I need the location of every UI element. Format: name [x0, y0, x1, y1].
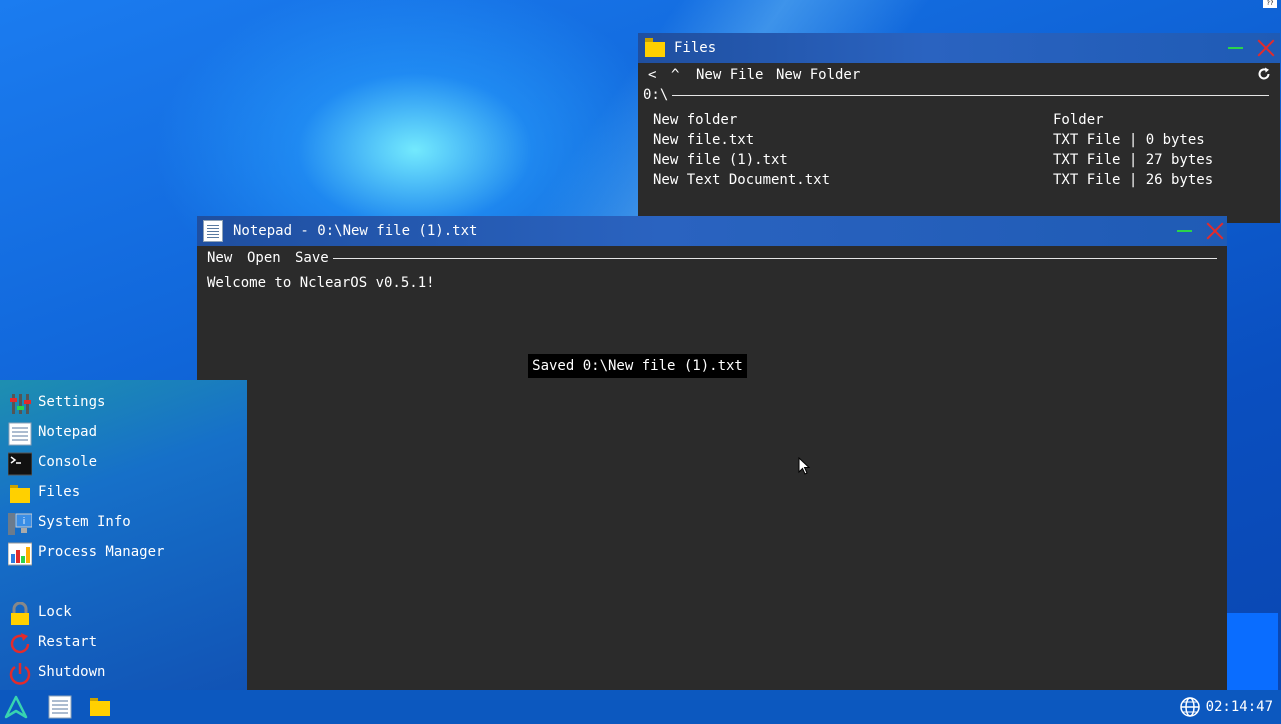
menu-item-label: Notepad — [38, 424, 98, 440]
notepad-icon — [8, 422, 32, 446]
close-button[interactable] — [1206, 222, 1224, 240]
file-name: New folder — [653, 112, 738, 128]
path-label: 0:\ — [643, 87, 669, 103]
menu-item-notepad[interactable]: Notepad — [8, 420, 238, 446]
mouse-cursor-icon — [798, 457, 810, 475]
menu-item-restart[interactable]: Restart — [8, 630, 238, 656]
saved-toast: Saved 0:\New file (1).txt — [528, 354, 747, 378]
file-name: New file (1).txt — [653, 152, 788, 168]
shutdown-icon — [9, 663, 31, 685]
notepad-titlebar[interactable]: Notepad - 0:\New file (1).txt — [197, 216, 1227, 246]
menu-item-label: Files — [38, 484, 81, 500]
open-button[interactable]: Open — [247, 250, 281, 266]
corner-tag: ?? — [1263, 0, 1277, 8]
files-title: Files — [674, 40, 717, 56]
settings-icon — [10, 394, 31, 414]
process-manager-icon — [8, 542, 32, 566]
file-type: TXT File | 26 bytes — [1053, 172, 1214, 188]
taskbar: 02:14:47 — [0, 690, 1281, 724]
file-row[interactable]: New folder Folder — [653, 112, 1253, 132]
menu-divider — [333, 258, 1217, 259]
start-menu: Settings Notepad Console Files i System … — [0, 380, 247, 690]
lock-icon — [11, 602, 29, 625]
menu-item-label: Lock — [38, 604, 72, 620]
menu-item-label: Console — [38, 454, 98, 470]
files-titlebar[interactable]: Files — [638, 33, 1280, 63]
file-row[interactable]: New file (1).txt TXT File | 27 bytes — [653, 152, 1253, 172]
back-button[interactable]: < — [648, 67, 656, 83]
folder-icon[interactable] — [88, 695, 112, 719]
minimize-button[interactable] — [1228, 47, 1243, 49]
file-name: New file.txt — [653, 132, 755, 148]
path-divider — [672, 95, 1269, 96]
system-info-icon: i — [8, 513, 32, 535]
file-type: TXT File | 27 bytes — [1053, 152, 1214, 168]
console-icon — [8, 452, 32, 476]
menu-item-shutdown[interactable]: Shutdown — [8, 660, 238, 686]
menu-item-label: Settings — [38, 394, 106, 410]
file-name: New Text Document.txt — [653, 172, 831, 188]
notepad-window: Notepad - 0:\New file (1).txt New Open S… — [197, 216, 1227, 690]
menu-item-label: Restart — [38, 634, 98, 650]
menu-item-lock[interactable]: Lock — [8, 600, 238, 626]
restart-icon — [10, 633, 30, 654]
save-button[interactable]: Save — [295, 250, 329, 266]
up-button[interactable]: ^ — [671, 67, 679, 83]
folder-icon — [10, 485, 30, 503]
file-row[interactable]: New Text Document.txt TXT File | 26 byte… — [653, 172, 1253, 192]
folder-icon — [645, 38, 665, 57]
menu-item-label: Shutdown — [38, 664, 106, 680]
file-type: TXT File | 0 bytes — [1053, 132, 1205, 148]
refresh-icon[interactable] — [1257, 67, 1271, 81]
notepad-title: Notepad - 0:\New file (1).txt — [233, 223, 478, 239]
minimize-button[interactable] — [1177, 230, 1192, 232]
menu-item-settings[interactable]: Settings — [8, 390, 238, 416]
globe-icon[interactable] — [1179, 696, 1201, 718]
notepad-icon — [203, 220, 223, 242]
menu-item-label: Process Manager — [38, 544, 165, 560]
menu-item-process-manager[interactable]: Process Manager — [8, 540, 238, 566]
files-window: Files < ^ New File New Folder 0:\ New fo… — [638, 33, 1280, 223]
close-button[interactable] — [1257, 39, 1275, 57]
new-folder-button[interactable]: New Folder — [776, 67, 860, 83]
new-button[interactable]: New — [207, 250, 232, 266]
text-editor[interactable]: Welcome to NclearOS v0.5.1! — [207, 275, 435, 291]
menu-item-system-info[interactable]: i System Info — [8, 510, 238, 536]
menu-item-console[interactable]: Console — [8, 450, 238, 476]
clock[interactable]: 02:14:47 — [1206, 699, 1273, 715]
svg-text:i: i — [23, 517, 26, 527]
menu-item-label: System Info — [38, 514, 131, 530]
start-button-icon[interactable] — [4, 695, 28, 719]
new-file-button[interactable]: New File — [696, 67, 763, 83]
notification-area — [1227, 613, 1278, 690]
notepad-icon[interactable] — [48, 695, 72, 719]
file-row[interactable]: New file.txt TXT File | 0 bytes — [653, 132, 1253, 152]
menu-item-files[interactable]: Files — [8, 480, 238, 506]
file-type: Folder — [1053, 112, 1104, 128]
